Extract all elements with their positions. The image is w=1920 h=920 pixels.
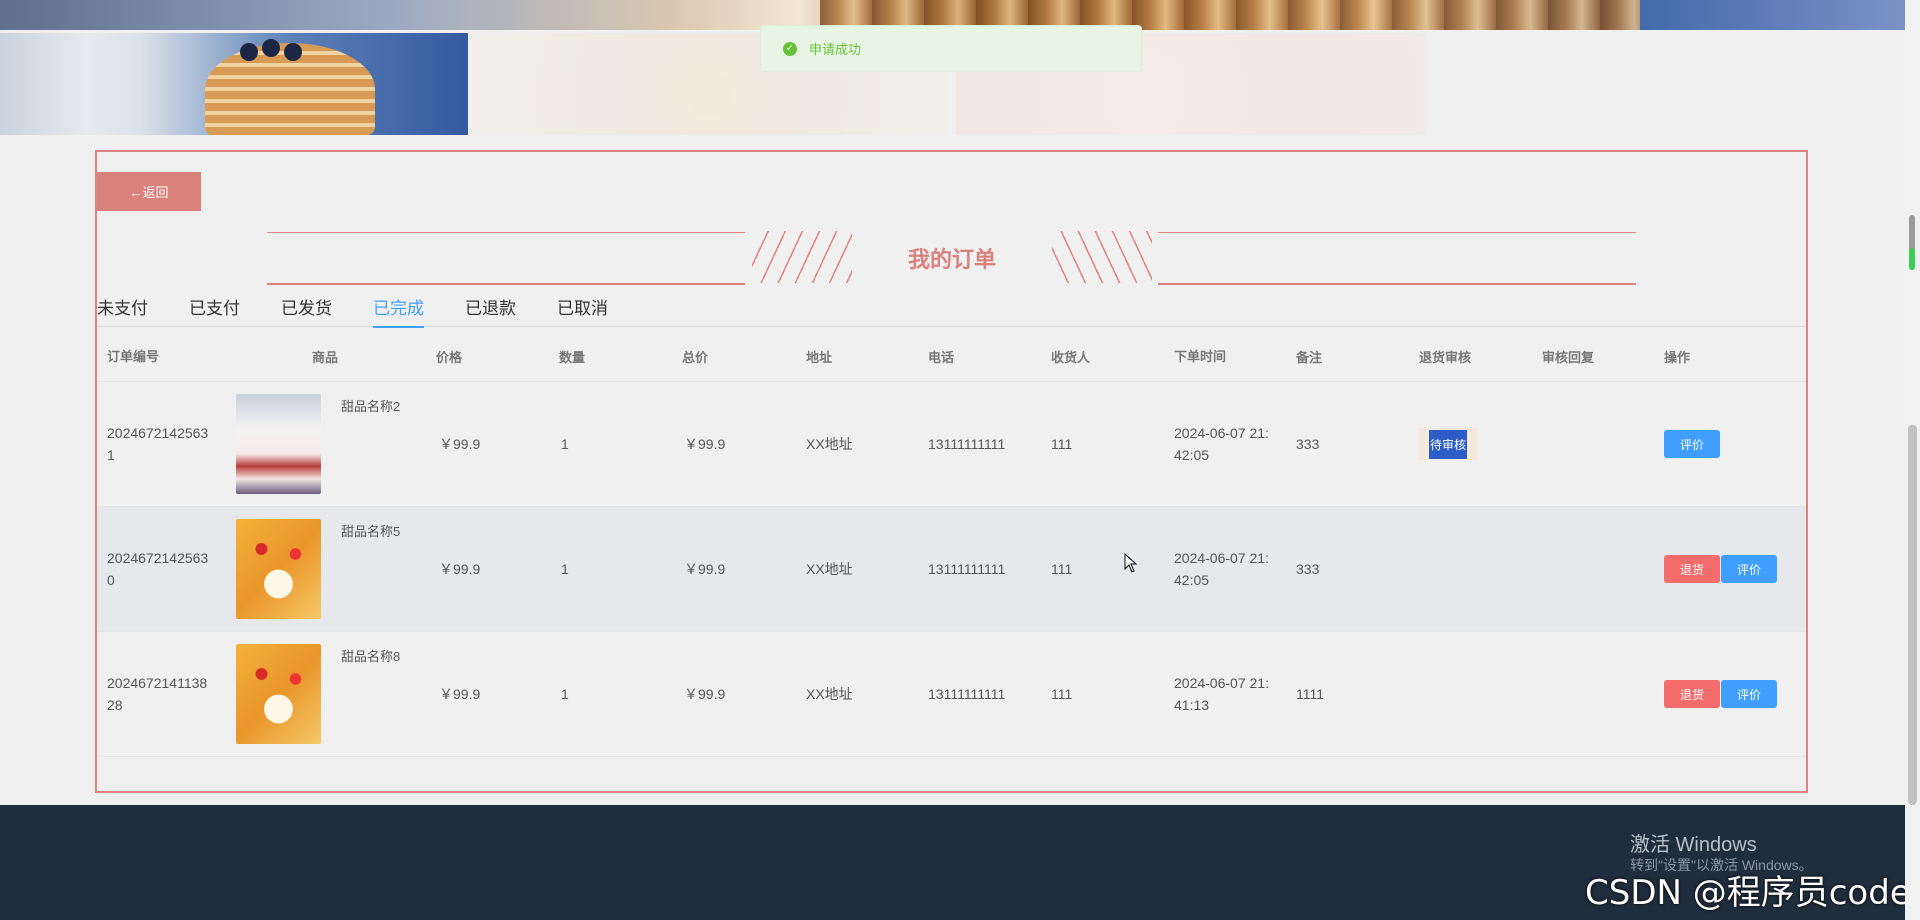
quantity: 1 [561, 561, 569, 577]
order-panel: ←返回 我的订单 未支付 已支付 已发货 已完成 已退款 已取消 订单编号 商品… [95, 150, 1808, 793]
back-button[interactable]: ←返回 [97, 172, 201, 211]
windows-activation-watermark: 激活 Windows [1630, 834, 1757, 856]
note: 333 [1296, 436, 1320, 452]
tab-refunded[interactable]: 已退款 [465, 297, 516, 327]
decor-line [1158, 283, 1636, 285]
carousel-image-pancakes[interactable] [0, 33, 468, 135]
order-time: 2024-06-07 21: 41:13 [1174, 675, 1269, 713]
csdn-watermark: CSDN @程序员code [1585, 873, 1911, 913]
orders-table: 订单编号 商品 价格 数量 总价 地址 电话 收货人 下单时间 备注 退货审核 … [97, 332, 1806, 757]
header-price: 价格 [436, 350, 463, 365]
phone: 13111111111 [928, 686, 1006, 702]
receiver: 111 [1051, 686, 1073, 702]
table-row: 2024672141138 28 甜品名称8 ￥99.9 1 ￥99.9 XX地址… [97, 632, 1806, 757]
phone: 13111111111 [928, 436, 1006, 452]
header-actions: 操作 [1664, 350, 1691, 365]
status-badge: 待审核 [1419, 428, 1477, 460]
review-button[interactable]: 评价 [1721, 555, 1777, 583]
price: ￥99.9 [439, 436, 481, 452]
quantity: 1 [561, 686, 569, 702]
row-actions: 退货 评价 [1664, 555, 1778, 583]
product-name: 甜品名称5 [341, 524, 401, 539]
page-title: 我的订单 [907, 247, 996, 272]
total: ￥99.9 [684, 686, 726, 702]
table-row: 2024672142563 1 甜品名称2 ￥99.9 1 ￥99.9 XX地址 … [97, 382, 1806, 507]
berry-graphic [240, 43, 258, 61]
header-product: 商品 [312, 350, 339, 365]
review-button[interactable]: 评价 [1664, 430, 1720, 458]
header-total: 总价 [682, 350, 709, 365]
decor-slashes [1052, 231, 1152, 283]
success-toast: ✓ 申请成功 [760, 25, 1142, 72]
header-phone: 电话 [928, 350, 955, 365]
header-receiver: 收货人 [1051, 350, 1091, 365]
phone: 13111111111 [928, 561, 1006, 577]
header-review-reply: 审核回复 [1542, 350, 1595, 365]
decor-slashes [752, 231, 852, 283]
berry-graphic [262, 39, 280, 57]
header-return-review: 退货审核 [1419, 350, 1472, 365]
header-order-id: 订单编号 [107, 348, 160, 364]
title-section: 我的订单 [267, 227, 1637, 287]
row-actions: 评价 [1664, 430, 1721, 458]
header-note: 备注 [1296, 350, 1323, 365]
note: 1111 [1296, 686, 1325, 702]
tab-unpaid[interactable]: 未支付 [97, 297, 148, 327]
review-button[interactable]: 评价 [1721, 680, 1777, 708]
scroll-position-highlight [1909, 248, 1915, 270]
header-address: 地址 [806, 350, 833, 365]
berry-graphic [284, 43, 302, 61]
check-circle-icon: ✓ [783, 41, 797, 56]
order-status-tabs: 未支付 已支付 已发货 已完成 已退款 已取消 [97, 297, 1806, 328]
row-actions: 退货 评价 [1664, 680, 1778, 708]
order-id: 2024672142563 0 [107, 550, 209, 588]
quantity: 1 [561, 436, 569, 452]
scrollbar-thumb[interactable] [1908, 425, 1917, 805]
decor-line [267, 232, 745, 233]
decor-line [1158, 232, 1636, 233]
toast-message: 申请成功 [809, 42, 862, 57]
tab-completed[interactable]: 已完成 [373, 297, 424, 328]
price: ￥99.9 [439, 686, 481, 702]
tab-paid[interactable]: 已支付 [189, 297, 240, 327]
return-button[interactable]: 退货 [1664, 680, 1720, 708]
product-image[interactable] [236, 519, 321, 619]
tab-cancelled[interactable]: 已取消 [557, 297, 608, 327]
product-name: 甜品名称2 [341, 399, 401, 414]
total: ￥99.9 [684, 436, 726, 452]
page-scrollbar[interactable] [1905, 0, 1920, 920]
return-button[interactable]: 退货 [1664, 555, 1720, 583]
total: ￥99.9 [684, 561, 726, 577]
receiver: 111 [1051, 436, 1073, 452]
decor-line [267, 283, 745, 285]
product-name: 甜品名称8 [341, 649, 401, 664]
tab-shipped[interactable]: 已发货 [281, 297, 332, 327]
address: XX地址 [806, 561, 853, 577]
order-id: 2024672142563 1 [107, 425, 209, 463]
header-order-time: 下单时间 [1174, 348, 1227, 364]
order-time: 2024-06-07 21: 42:05 [1174, 550, 1269, 588]
order-id: 2024672141138 28 [107, 675, 208, 713]
receiver: 111 [1051, 561, 1073, 577]
table-header: 订单编号 商品 价格 数量 总价 地址 电话 收货人 下单时间 备注 退货审核 … [97, 332, 1806, 382]
address: XX地址 [806, 686, 853, 702]
order-time: 2024-06-07 21: 42:05 [1174, 425, 1269, 463]
product-image[interactable] [236, 644, 321, 744]
address: XX地址 [806, 436, 853, 452]
product-image[interactable] [236, 394, 321, 494]
header-qty: 数量 [559, 350, 586, 365]
note: 333 [1296, 561, 1320, 577]
price: ￥99.9 [439, 561, 481, 577]
table-row: 2024672142563 0 甜品名称5 ￥99.9 1 ￥99.9 XX地址 … [97, 507, 1806, 632]
